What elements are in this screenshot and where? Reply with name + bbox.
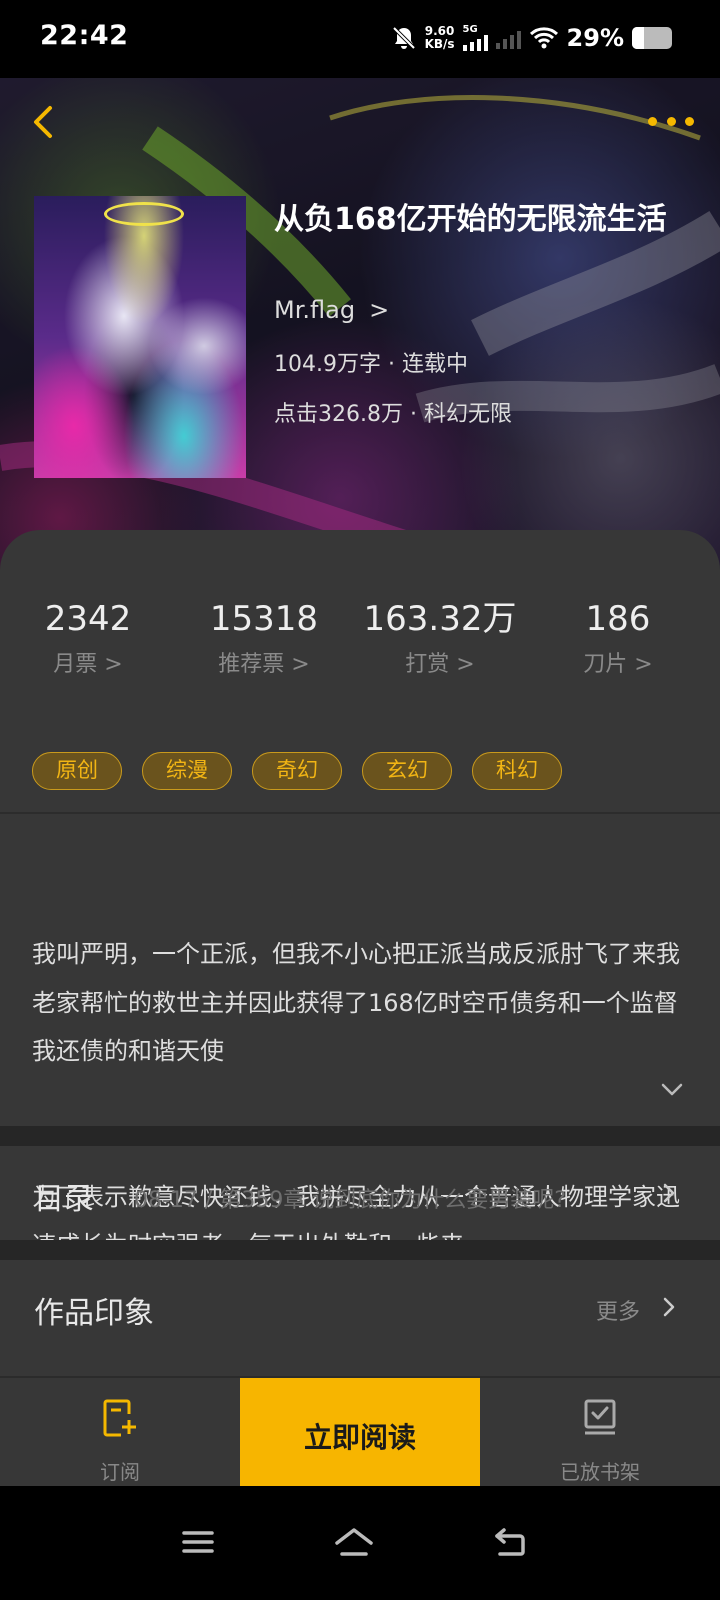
more-dots-icon[interactable]: [648, 108, 694, 134]
menu-icon[interactable]: [180, 1526, 216, 1558]
stat-label: 月票 >: [53, 652, 123, 677]
book-clicks-genre: 点击326.8万 · 科幻无限: [274, 402, 512, 427]
stats-row: 2342 月票 > 15318 推荐票 > 163.32万 打赏 > 186 刀…: [0, 596, 720, 686]
system-nav-bar: [0, 1486, 720, 1600]
stat-value: 163.32万: [363, 599, 517, 639]
latest-chapter: 08-17 / 第359章 说到底你为什么要男装呢?: [134, 1188, 566, 1213]
book-word-count-status: 104.9万字 · 连载中: [274, 352, 468, 377]
chevron-down-icon[interactable]: [660, 1082, 684, 1098]
tag-chip[interactable]: 综漫: [142, 752, 232, 790]
book-detail-card: 2342 月票 > 15318 推荐票 > 163.32万 打赏 > 186 刀…: [0, 530, 720, 1376]
tag-chip[interactable]: 原创: [32, 752, 122, 790]
signal-2-icon: [495, 27, 521, 49]
tag-list: 原创 综漫 奇幻 玄幻 科幻: [32, 752, 562, 790]
stat-tips[interactable]: 163.32万 打赏 >: [350, 596, 530, 678]
stat-value: 2342: [44, 599, 132, 639]
impressions-label: 作品印象: [34, 1296, 154, 1331]
book-header: 从负168亿开始的无限流生活 Mr.flag > 104.9万字 · 连载中 点…: [0, 78, 720, 578]
back-icon[interactable]: [492, 1526, 528, 1558]
author-name: Mr.flag: [274, 296, 356, 324]
stat-recommend-votes[interactable]: 15318 推荐票 >: [174, 596, 354, 678]
impressions-section: 作品印象 更多: [0, 1260, 720, 1376]
stat-value: 186: [585, 599, 651, 639]
stat-label: 刀片 >: [583, 652, 653, 677]
catalog-label: 目录: [34, 1182, 94, 1217]
status-bar: 22:42 9.60 KB/s 5G 29%: [0, 0, 720, 78]
bookshelf-label: 已放书架: [560, 1460, 640, 1484]
stat-label: 推荐票 >: [218, 652, 310, 677]
stat-label: 打赏 >: [405, 652, 475, 677]
network-speed-unit: KB/s: [424, 37, 455, 51]
battery-icon: [632, 27, 672, 49]
stat-monthly-votes[interactable]: 2342 月票 >: [0, 596, 178, 678]
stat-value: 15318: [209, 599, 319, 639]
section-gap: [0, 1240, 720, 1260]
mute-bell-icon: [392, 26, 415, 50]
wifi-icon: [529, 27, 558, 49]
book-author[interactable]: Mr.flag >: [274, 296, 389, 324]
section-gap: [0, 1126, 720, 1146]
status-icons: 9.60 KB/s 5G 29%: [391, 22, 672, 54]
tag-chip[interactable]: 奇幻: [252, 752, 342, 790]
divider: [0, 812, 720, 814]
network-speed: 9.60 KB/s: [425, 25, 455, 51]
chevron-right-icon: [663, 1183, 675, 1203]
subscribe-label: 订阅: [100, 1460, 140, 1484]
battery-percent: 29%: [566, 24, 624, 52]
read-now-label: 立即阅读: [303, 1421, 416, 1454]
stat-blades[interactable]: 186 刀片 >: [528, 596, 708, 678]
network-type: 5G: [462, 24, 478, 35]
book-title: 从负168亿开始的无限流生活: [274, 202, 667, 237]
impressions-more-link[interactable]: 更多: [596, 1294, 640, 1326]
bookshelf-button[interactable]: 已放书架: [480, 1378, 720, 1488]
author-arrow: >: [369, 296, 390, 324]
subscribe-button[interactable]: 订阅: [0, 1378, 240, 1488]
tag-chip[interactable]: 科幻: [472, 752, 562, 790]
status-time: 22:42: [40, 20, 129, 51]
bookshelf-check-icon: [584, 1399, 616, 1435]
home-icon[interactable]: [334, 1526, 374, 1558]
chevron-left-icon[interactable]: [30, 104, 60, 140]
description-paragraph: 我叫严明，一个正派，但我不小心把正派当成反派肘飞了来我老家帮忙的救世主并因此获得…: [32, 940, 680, 1065]
book-cover[interactable]: [34, 196, 246, 478]
signal-icon: [462, 35, 488, 51]
bottom-action-bar: 订阅 立即阅读 已放书架: [0, 1376, 720, 1488]
chevron-right-icon[interactable]: [662, 1296, 676, 1318]
read-now-button[interactable]: 立即阅读: [240, 1378, 480, 1488]
subscribe-icon: [103, 1399, 136, 1437]
tag-chip[interactable]: 玄幻: [362, 752, 452, 790]
catalog-row[interactable]: 目录 08-17 / 第359章 说到底你为什么要男装呢?: [0, 1146, 720, 1240]
